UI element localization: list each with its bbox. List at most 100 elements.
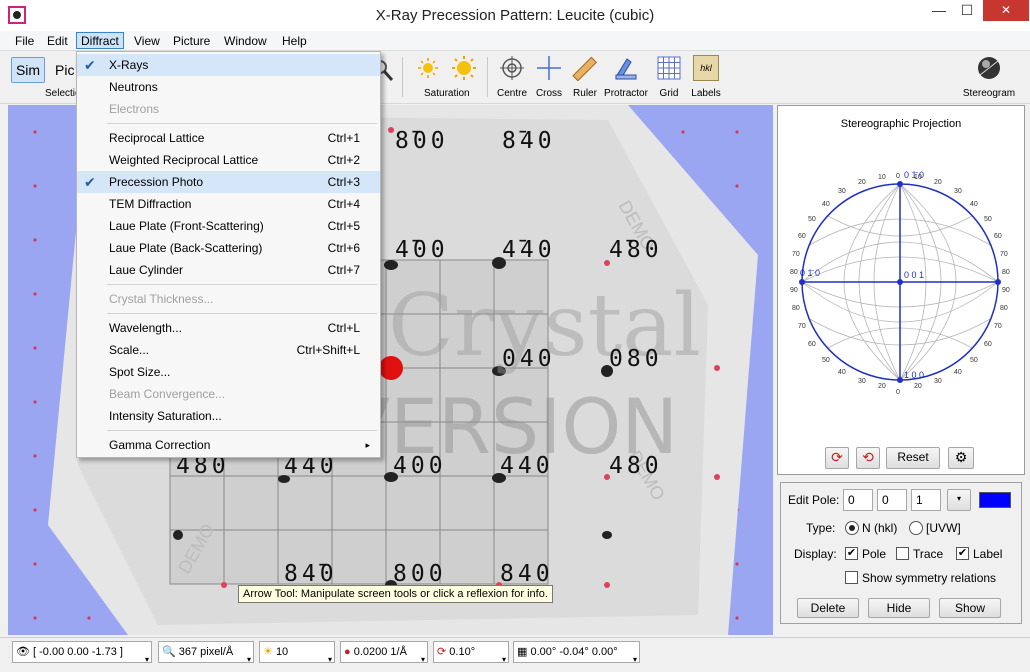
menu-item-electrons: Electrons: [109, 102, 160, 116]
labels-button[interactable]: hkl Labels: [689, 55, 723, 99]
menu-item-neutrons[interactable]: Neutrons: [77, 76, 380, 98]
saturation-field[interactable]: ☀ 10 ▾: [259, 641, 335, 664]
brightness-high-button[interactable]: [449, 55, 479, 81]
scale-field[interactable]: 🔍 367 pixel/Å ▾: [158, 641, 254, 664]
rotation-step-field[interactable]: ⟳ 0.10° ▾: [433, 641, 509, 664]
menu-file[interactable]: File: [11, 33, 38, 50]
label-checkbox[interactable]: ✔: [956, 547, 969, 560]
pole-checkbox[interactable]: ✔: [845, 547, 858, 560]
grid-button[interactable]: Grid: [655, 55, 683, 99]
menu-item-reciprocal-lattice[interactable]: Reciprocal Lattice Ctrl+1: [77, 127, 380, 149]
menu-item-wavelength[interactable]: Wavelength... Ctrl+L: [77, 317, 380, 339]
reflexion-label[interactable]: 8̄40: [502, 128, 556, 154]
tick-label: 20: [934, 179, 942, 186]
reflexion-label[interactable]: 040: [502, 346, 556, 372]
minimize-button[interactable]: —: [925, 0, 953, 22]
menu-item-precession-photo[interactable]: ✔ Precession Photo Ctrl+3: [77, 171, 380, 193]
trace-checkbox-label: Trace: [913, 547, 944, 561]
menu-item-tem-diffraction[interactable]: TEM Diffraction Ctrl+4: [77, 193, 380, 215]
tick-label: 10: [878, 174, 886, 181]
menu-edit[interactable]: Edit: [43, 33, 72, 50]
tick-label: 40: [970, 201, 978, 208]
reflexion-label[interactable]: 84̄0: [284, 561, 338, 587]
edit-pole-panel: Edit Pole: 0 0 1 ▾ Type: N (hkl) [UVW] D…: [780, 482, 1022, 624]
reflexion-label[interactable]: 8̄00: [395, 128, 449, 154]
tick-label: 30: [934, 378, 942, 385]
stereogram-button[interactable]: Stereogram: [960, 55, 1018, 99]
reflexion-label[interactable]: 4̄00: [395, 237, 449, 263]
labels-icon: hkl: [693, 55, 719, 81]
trace-checkbox[interactable]: [896, 547, 909, 560]
spot-size-field[interactable]: ● 0.0200 1/Å ▾: [340, 641, 428, 664]
reflexion-label[interactable]: 800: [393, 561, 447, 587]
menu-item-spot-size[interactable]: Spot Size...: [77, 361, 380, 383]
show-button[interactable]: Show: [939, 598, 1001, 618]
stereogram-view[interactable]: Stereographic Projection 0 1̄ 0 0 1̄ 0 0…: [777, 105, 1025, 475]
pole-l-field[interactable]: 1: [911, 489, 941, 511]
close-button[interactable]: ✕: [983, 0, 1029, 21]
reflexion-label[interactable]: 080: [609, 346, 663, 372]
menu-picture[interactable]: Picture: [169, 33, 214, 50]
symmetry-checkbox-label: Show symmetry relations: [862, 571, 997, 585]
pole-dropdown-button[interactable]: ▾: [947, 489, 971, 511]
menu-item-scale[interactable]: Scale... Ctrl+Shift+L: [77, 339, 380, 361]
rotate-ccw-button[interactable]: ⟲: [856, 447, 880, 469]
pole-color-swatch[interactable]: [979, 492, 1011, 508]
sun-small-icon: [418, 58, 438, 78]
reflexion-label[interactable]: 4̄80: [609, 237, 663, 263]
type-hkl-radio[interactable]: [845, 521, 859, 535]
menu-item-x-rays[interactable]: ✔ X-Rays: [77, 54, 380, 76]
menu-item-intensity-saturation[interactable]: Intensity Saturation...: [77, 405, 380, 427]
menu-bar: File Edit Diffract View Picture Window H…: [0, 31, 1030, 51]
pic-button[interactable]: Pic: [55, 62, 74, 78]
angles-field[interactable]: ▦ 0.00° -0.04° 0.00° ▾: [513, 641, 640, 664]
tick-label: 90: [1002, 287, 1010, 294]
view-direction-field[interactable]: 👁 [ -0.00 0.00 -1.73 ] ▾: [12, 641, 152, 664]
centre-button[interactable]: Centre: [494, 55, 530, 99]
menu-item-laue-cylinder[interactable]: Laue Cylinder Ctrl+7: [77, 259, 380, 281]
tick-label: 0: [896, 389, 900, 396]
reflexion-label[interactable]: 400: [393, 453, 447, 479]
tick-label: 50: [822, 357, 830, 364]
menu-item-weighted-reciprocal-lattice[interactable]: Weighted Reciprocal Lattice Ctrl+2: [77, 149, 380, 171]
stereogram-icon: [978, 57, 1000, 79]
menu-item-laue-front[interactable]: Laue Plate (Front-Scattering) Ctrl+5: [77, 215, 380, 237]
symmetry-checkbox[interactable]: [845, 571, 858, 584]
pole-k-field[interactable]: 0: [877, 489, 907, 511]
menu-window[interactable]: Window: [220, 33, 271, 50]
ruler-button[interactable]: Ruler: [569, 55, 601, 99]
saturation-value: 10: [275, 646, 289, 658]
tick-label: 0: [896, 173, 900, 180]
type-uvw-label: [UVW]: [926, 521, 961, 535]
reflexion-label[interactable]: 440: [500, 453, 554, 479]
pole-h-field[interactable]: 0: [843, 489, 873, 511]
rotation-step-value: 0.10°: [449, 646, 476, 658]
protractor-button[interactable]: Protractor: [603, 55, 649, 99]
menu-diffract[interactable]: Diffract: [76, 32, 124, 49]
settings-button[interactable]: ⚙: [948, 447, 974, 469]
display-label: Display:: [794, 547, 837, 561]
reflexion-label[interactable]: 480: [609, 453, 663, 479]
brightness-low-button[interactable]: [414, 55, 442, 81]
rotate-cw-button[interactable]: ⟳: [825, 447, 849, 469]
cross-button[interactable]: Cross: [533, 55, 565, 99]
reflexion-label[interactable]: 4̄40: [502, 237, 556, 263]
menu-item-laue-back[interactable]: Laue Plate (Back-Scattering) Ctrl+6: [77, 237, 380, 259]
sun-icon: ☀: [263, 646, 273, 658]
grid-icon: [657, 56, 681, 80]
menu-help[interactable]: Help: [278, 33, 311, 50]
menu-item-beam-convergence: Beam Convergence...: [109, 387, 226, 401]
tick-label: 70: [792, 251, 800, 258]
menu-item-gamma-correction[interactable]: Gamma Correction ▸: [77, 434, 380, 456]
maximize-button[interactable]: ☐: [953, 0, 981, 22]
delete-button[interactable]: Delete: [797, 598, 859, 618]
reflexion-label[interactable]: 840: [500, 561, 554, 587]
tick-label: 60: [808, 341, 816, 348]
tick-label: 20: [878, 383, 886, 390]
hide-button[interactable]: Hide: [868, 598, 930, 618]
reset-button[interactable]: Reset: [886, 447, 940, 469]
type-uvw-radio[interactable]: [909, 521, 923, 535]
menu-view[interactable]: View: [130, 33, 164, 50]
sim-button[interactable]: Sim: [11, 57, 45, 83]
protractor-label: Protractor: [604, 88, 648, 99]
